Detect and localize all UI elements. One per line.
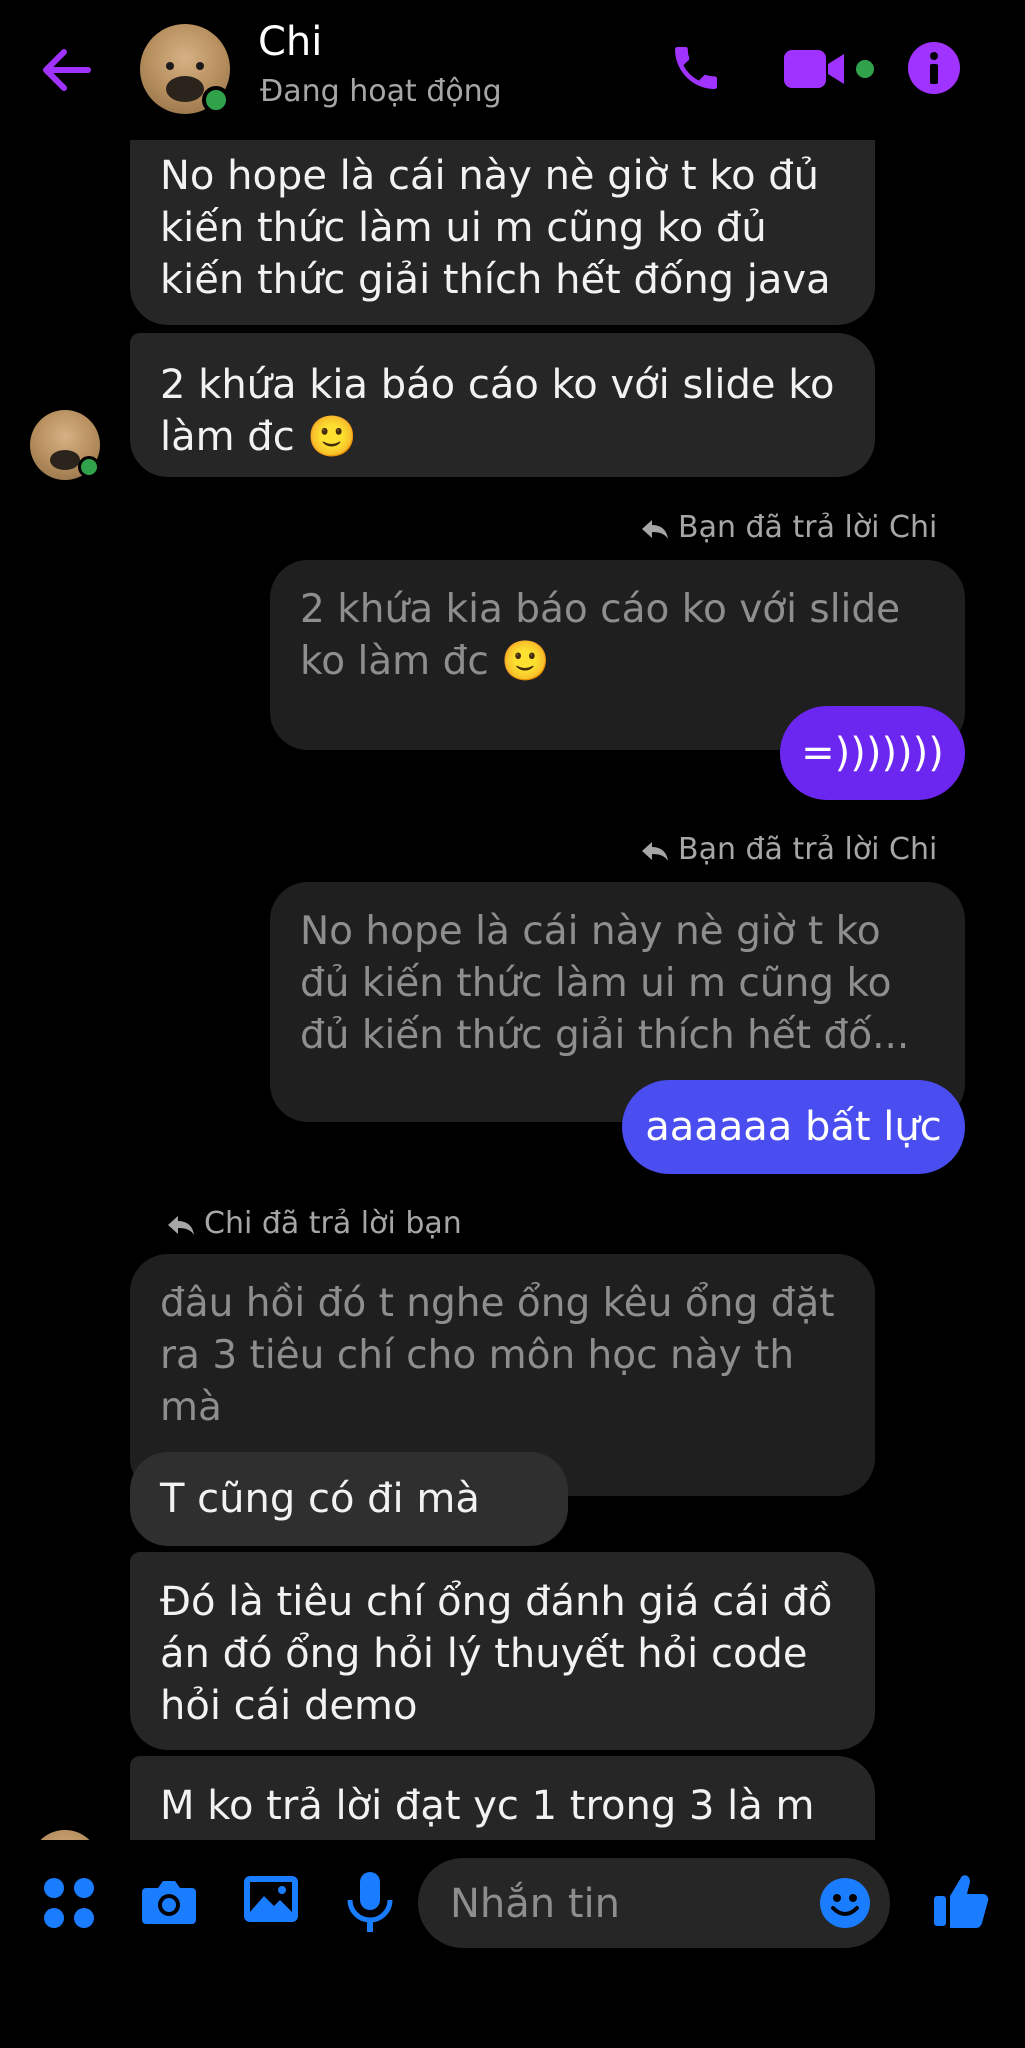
contact-name[interactable]: Chi: [258, 14, 322, 70]
message-bubble-incoming[interactable]: No hope là cái này nè giờ t ko đủ kiến t…: [130, 120, 875, 325]
message-bubble-incoming[interactable]: 2 khứa kia báo cáo ko với slide ko làm đ…: [130, 333, 875, 477]
back-arrow-icon[interactable]: [36, 40, 96, 100]
message-text: aaaaaa bất lực: [645, 1104, 942, 1150]
quoted-text: đâu hồi đó t nghe ổng kêu ổng đặt ra 3 t…: [160, 1281, 835, 1430]
image-icon[interactable]: [240, 1868, 302, 1930]
message-input[interactable]: [448, 1858, 812, 1950]
reply-icon: [168, 1215, 194, 1235]
online-indicator: [78, 456, 100, 478]
message-bubble-outgoing[interactable]: aaaaaa bất lực: [622, 1080, 965, 1174]
camera-icon[interactable]: [138, 1870, 200, 1932]
info-icon[interactable]: [906, 40, 962, 96]
message-bubble-incoming[interactable]: Đó là tiêu chí ổng đánh giá cái đồ án đó…: [130, 1552, 875, 1750]
reply-icon: [642, 841, 668, 861]
quoted-text: 2 khứa kia báo cáo ko với slide ko làm đ…: [300, 587, 901, 684]
phone-icon[interactable]: [668, 40, 724, 96]
message-text: 2 khứa kia báo cáo ko với slide ko làm đ…: [160, 362, 835, 460]
message-text: No hope là cái này nè giờ t ko đủ kiến t…: [160, 153, 831, 303]
emoji-icon[interactable]: [818, 1876, 872, 1930]
message-bubble-incoming[interactable]: T cũng có đi mà :))): [130, 1452, 568, 1616]
video-icon[interactable]: [782, 44, 848, 94]
active-status: Đang hoạt động: [260, 74, 502, 109]
reply-label: Chi đã trả lời bạn: [166, 1204, 462, 1244]
thumbs-up-icon[interactable]: [932, 1870, 990, 1930]
online-indicator: [202, 86, 230, 114]
message-text: =))))))): [801, 730, 944, 776]
video-active-indicator: [856, 60, 874, 78]
reply-icon: [642, 519, 668, 539]
message-text: Đó là tiêu chí ổng đánh giá cái đồ án đó…: [160, 1579, 833, 1729]
apps-icon[interactable]: [40, 1874, 100, 1934]
message-text: M ko trả lời đạt yc 1 trong 3 là m: [160, 1783, 815, 1829]
message-bubble-outgoing[interactable]: =))))))): [780, 706, 965, 800]
reply-label: Bạn đã trả lời Chi: [640, 830, 937, 870]
reply-label: Bạn đã trả lời Chi: [640, 508, 937, 548]
quoted-text: No hope là cái này nè giờ t ko đủ kiến t…: [300, 909, 910, 1058]
mic-icon[interactable]: [340, 1870, 400, 1936]
